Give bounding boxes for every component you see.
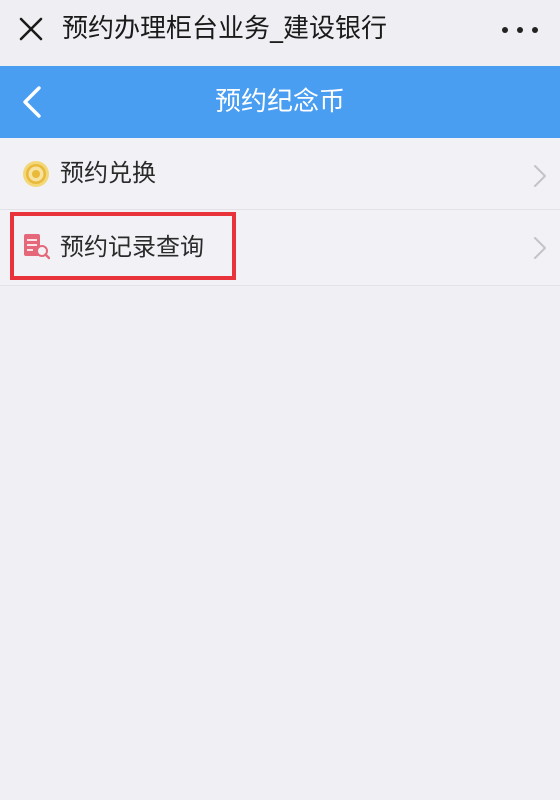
header-bar: 预约纪念币 <box>0 66 560 138</box>
list-item-records[interactable]: 预约记录查询 <box>0 210 560 286</box>
list-item-exchange[interactable]: 预约兑换 <box>0 138 560 210</box>
menu-list: 预约兑换 预约记录查询 <box>0 138 560 286</box>
header-title: 预约纪念币 <box>214 87 345 117</box>
document-search-icon <box>24 234 50 260</box>
list-item-label: 预约记录查询 <box>60 233 204 261</box>
chevron-right-icon <box>534 237 546 259</box>
list-item-label: 预约兑换 <box>60 159 156 187</box>
wechat-topbar: 预约办理柜台业务_建设银行 <box>0 0 560 66</box>
close-icon[interactable] <box>16 14 46 44</box>
coin-icon <box>23 161 49 187</box>
page-title: 预约办理柜台业务_建设银行 <box>62 14 388 44</box>
more-icon[interactable] <box>502 18 538 42</box>
chevron-right-icon <box>534 165 546 187</box>
